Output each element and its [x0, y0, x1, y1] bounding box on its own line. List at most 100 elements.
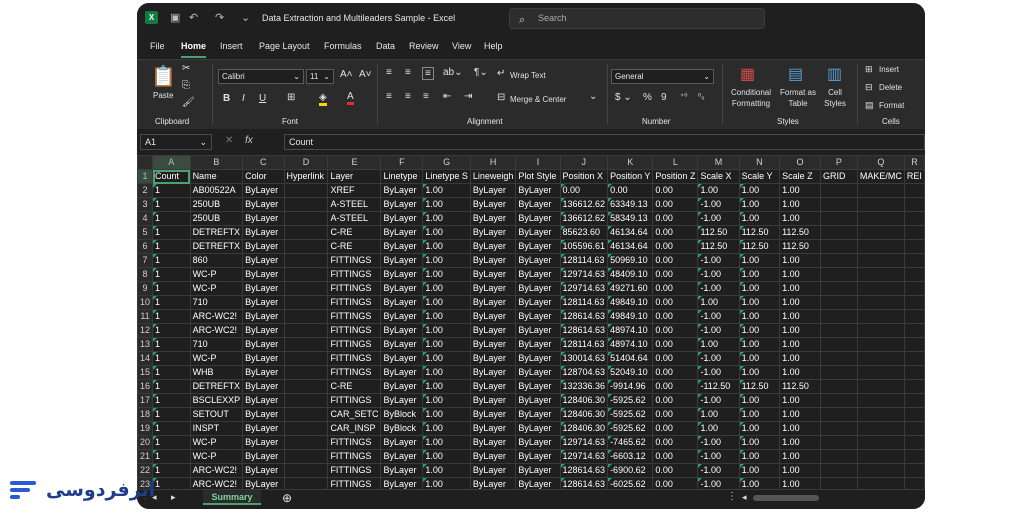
cell[interactable] [819, 197, 858, 212]
cell[interactable]: -1.00 [697, 253, 740, 268]
cell[interactable]: ByBlock [380, 407, 424, 422]
cell[interactable]: 51404.64 [607, 351, 654, 366]
cell[interactable] [283, 267, 329, 282]
cell[interactable] [856, 211, 905, 226]
cell[interactable]: 1 [152, 435, 191, 450]
menu-file[interactable]: File [150, 41, 165, 51]
cell[interactable]: 1.00 [779, 449, 821, 464]
cell[interactable]: 1.00 [422, 281, 471, 296]
cell[interactable]: 860 [189, 253, 244, 268]
cell[interactable]: Name [189, 169, 244, 184]
cell[interactable]: 1.00 [738, 197, 781, 212]
cell[interactable]: 1.00 [422, 323, 471, 338]
row-header[interactable]: 22 [137, 463, 154, 478]
cell[interactable]: 128614.63 [559, 463, 609, 478]
column-header-h[interactable]: H [469, 155, 517, 170]
column-header-n[interactable]: N [738, 155, 781, 170]
row-header[interactable]: 5 [137, 225, 154, 240]
insert-function-icon[interactable]: fx [245, 135, 253, 146]
cell[interactable]: 0.00 [652, 379, 699, 394]
menu-view[interactable]: View [452, 41, 471, 51]
fill-color-icon[interactable]: ◈ [319, 92, 327, 106]
paste-icon[interactable]: 📋 [151, 64, 176, 89]
cell[interactable]: 1 [152, 463, 191, 478]
cell[interactable]: 1.00 [779, 309, 821, 324]
cell[interactable]: FITTINGS [327, 365, 382, 380]
cell[interactable]: 1.00 [779, 351, 821, 366]
cell[interactable]: ByLayer [242, 337, 285, 352]
column-header-d[interactable]: D [283, 155, 329, 170]
cell[interactable]: 1.00 [422, 365, 471, 380]
cell[interactable] [856, 449, 905, 464]
shrink-font-icon[interactable]: A˅ [359, 69, 372, 80]
cell[interactable]: ByLayer [242, 365, 285, 380]
cell[interactable] [283, 351, 329, 366]
cell[interactable]: 1.00 [422, 379, 471, 394]
cell[interactable]: ByLayer [380, 463, 424, 478]
cell[interactable]: ByLayer [242, 281, 285, 296]
cell[interactable]: 1.00 [422, 309, 471, 324]
cell[interactable]: WC-P [189, 449, 244, 464]
cell[interactable]: -5925.62 [607, 393, 654, 408]
cell[interactable]: -1.00 [697, 463, 740, 478]
cell[interactable] [903, 239, 925, 254]
cell[interactable]: ByLayer [469, 197, 517, 212]
cell[interactable] [856, 281, 905, 296]
align-center-icon[interactable]: ≡ [405, 91, 411, 102]
cell[interactable]: C-RE [327, 239, 382, 254]
cell[interactable]: FITTINGS [327, 295, 382, 310]
cell[interactable]: BSCLEXXP [189, 393, 244, 408]
cell[interactable]: 0.00 [652, 309, 699, 324]
cell[interactable] [819, 267, 858, 282]
row-header[interactable]: 19 [137, 421, 154, 436]
cell[interactable] [856, 267, 905, 282]
cell[interactable]: 1.00 [422, 225, 471, 240]
orientation-icon[interactable]: ab⌄ [443, 67, 463, 78]
cell[interactable] [283, 323, 329, 338]
cell[interactable] [819, 463, 858, 478]
cell[interactable]: 50969.10 [607, 253, 654, 268]
cell[interactable] [819, 337, 858, 352]
cell[interactable]: 1.00 [738, 295, 781, 310]
cell[interactable]: A-STEEL [327, 197, 382, 212]
row-header[interactable]: 13 [137, 337, 154, 352]
cell[interactable]: 112.50 [779, 225, 821, 240]
column-header-g[interactable]: G [422, 155, 471, 170]
grow-font-icon[interactable]: A˄ [340, 69, 353, 80]
cell[interactable]: 0.00 [652, 323, 699, 338]
cell[interactable]: Layer [327, 169, 382, 184]
cell[interactable]: 112.50 [738, 379, 781, 394]
redo-icon[interactable]: ↷ [215, 11, 224, 24]
cell[interactable]: ByLayer [515, 253, 561, 268]
cell[interactable]: ByLayer [469, 253, 517, 268]
cell[interactable]: 1.00 [779, 267, 821, 282]
cell[interactable] [903, 267, 925, 282]
cell[interactable]: 48974.10 [607, 337, 654, 352]
cell[interactable] [856, 225, 905, 240]
column-header-e[interactable]: E [327, 155, 382, 170]
row-header[interactable]: 2 [137, 183, 154, 198]
cell[interactable]: 1.00 [779, 197, 821, 212]
cell[interactable]: 0.00 [652, 351, 699, 366]
cell[interactable]: -1.00 [697, 365, 740, 380]
cell[interactable]: 1.00 [738, 435, 781, 450]
cell[interactable]: ByLayer [515, 449, 561, 464]
number-format-select[interactable]: General ⌄ [611, 69, 714, 84]
cell[interactable]: FITTINGS [327, 449, 382, 464]
cell[interactable]: 0.00 [652, 365, 699, 380]
cell[interactable]: ByLayer [469, 183, 517, 198]
cell[interactable]: -6025.62 [607, 477, 654, 489]
cell[interactable]: 0.00 [652, 225, 699, 240]
cell[interactable]: GRID [819, 169, 858, 184]
cell[interactable]: 1 [152, 183, 191, 198]
cell[interactable] [819, 407, 858, 422]
cell[interactable]: -1.00 [697, 393, 740, 408]
cell[interactable]: ByLayer [380, 309, 424, 324]
cell[interactable]: 1.00 [779, 365, 821, 380]
cell[interactable]: 1.00 [779, 463, 821, 478]
cell[interactable]: WC-P [189, 267, 244, 282]
cell[interactable]: 1.00 [738, 337, 781, 352]
cell[interactable]: 105596.61 [559, 239, 609, 254]
cell[interactable]: -1.00 [697, 435, 740, 450]
cell[interactable]: 63349.13 [607, 197, 654, 212]
